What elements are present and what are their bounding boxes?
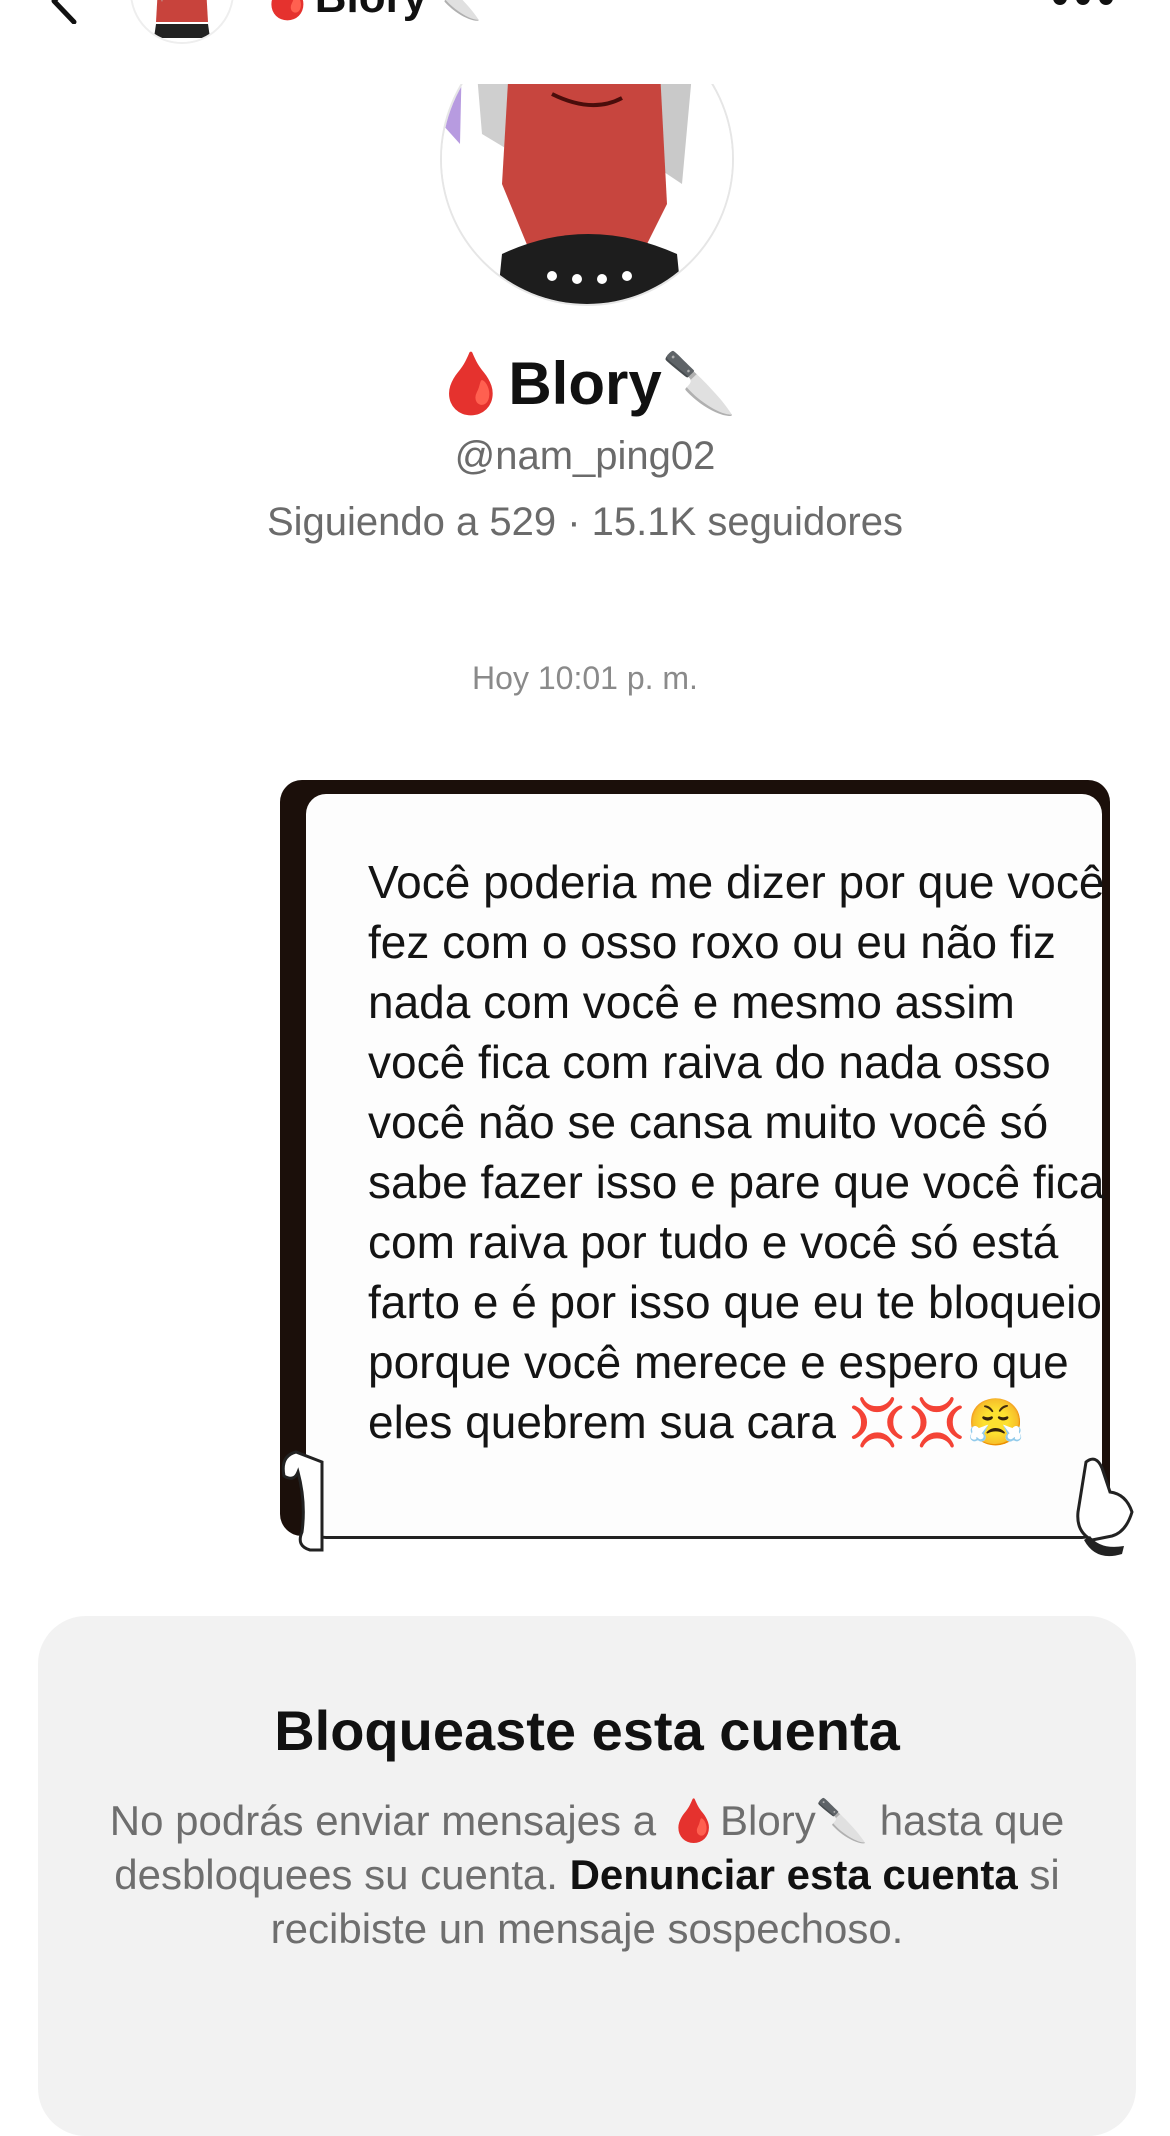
profile-display-name: 🩸Blory🔪 [0, 340, 1170, 424]
back-arrow-icon[interactable] [40, 0, 86, 24]
message-bubble[interactable]: Você poderia me dizer por que você fez c… [276, 772, 1136, 1562]
profile-handle: @nam_ping02 [454, 434, 716, 478]
nav-username[interactable]: 🩸Blory🔪 [260, 0, 482, 26]
blocked-desc-part1: No podrás enviar mensajes a [109, 1797, 657, 1844]
message-text-block: Você poderia me dizer por que você fez c… [368, 852, 1108, 1452]
message-timestamp: Hoy 10:01 p. m. [472, 660, 698, 696]
blocked-account-card: Bloqueaste esta cuenta No podrás enviar … [38, 1616, 1136, 2136]
blocked-title: Bloqueaste esta cuenta [274, 1699, 900, 1762]
blocked-description: No podrás enviar mensajes a 🩸Blory🔪 hast… [98, 1794, 1076, 1956]
blocked-desc-name: 🩸Blory🔪 [667, 1797, 869, 1844]
profile-name-text: Blory [508, 350, 662, 418]
nav-username-label: 🩸Blory🔪 [260, 0, 482, 26]
message-text: Você poderia me dizer por que você fez c… [368, 856, 1105, 1448]
hand-left-icon [281, 1450, 324, 1552]
report-account-link[interactable]: Denunciar esta cuenta [570, 1851, 1018, 1898]
more-options-icon[interactable] [1048, 0, 1118, 10]
top-nav-bar: 🩸Blory🔪 [0, 0, 1170, 84]
angry-emoji-group: 💢💢😤 [848, 1396, 1027, 1448]
hand-right-icon [1076, 1457, 1134, 1557]
knife-icon: 🔪 [661, 350, 737, 418]
blood-drop-icon: 🩸 [433, 350, 509, 418]
nav-avatar[interactable] [130, 0, 234, 44]
bubble-paper: Você poderia me dizer por que você fez c… [306, 794, 1104, 1539]
profile-follow-stats[interactable]: Siguiendo a 529 · 15.1K seguidores [0, 496, 1170, 548]
